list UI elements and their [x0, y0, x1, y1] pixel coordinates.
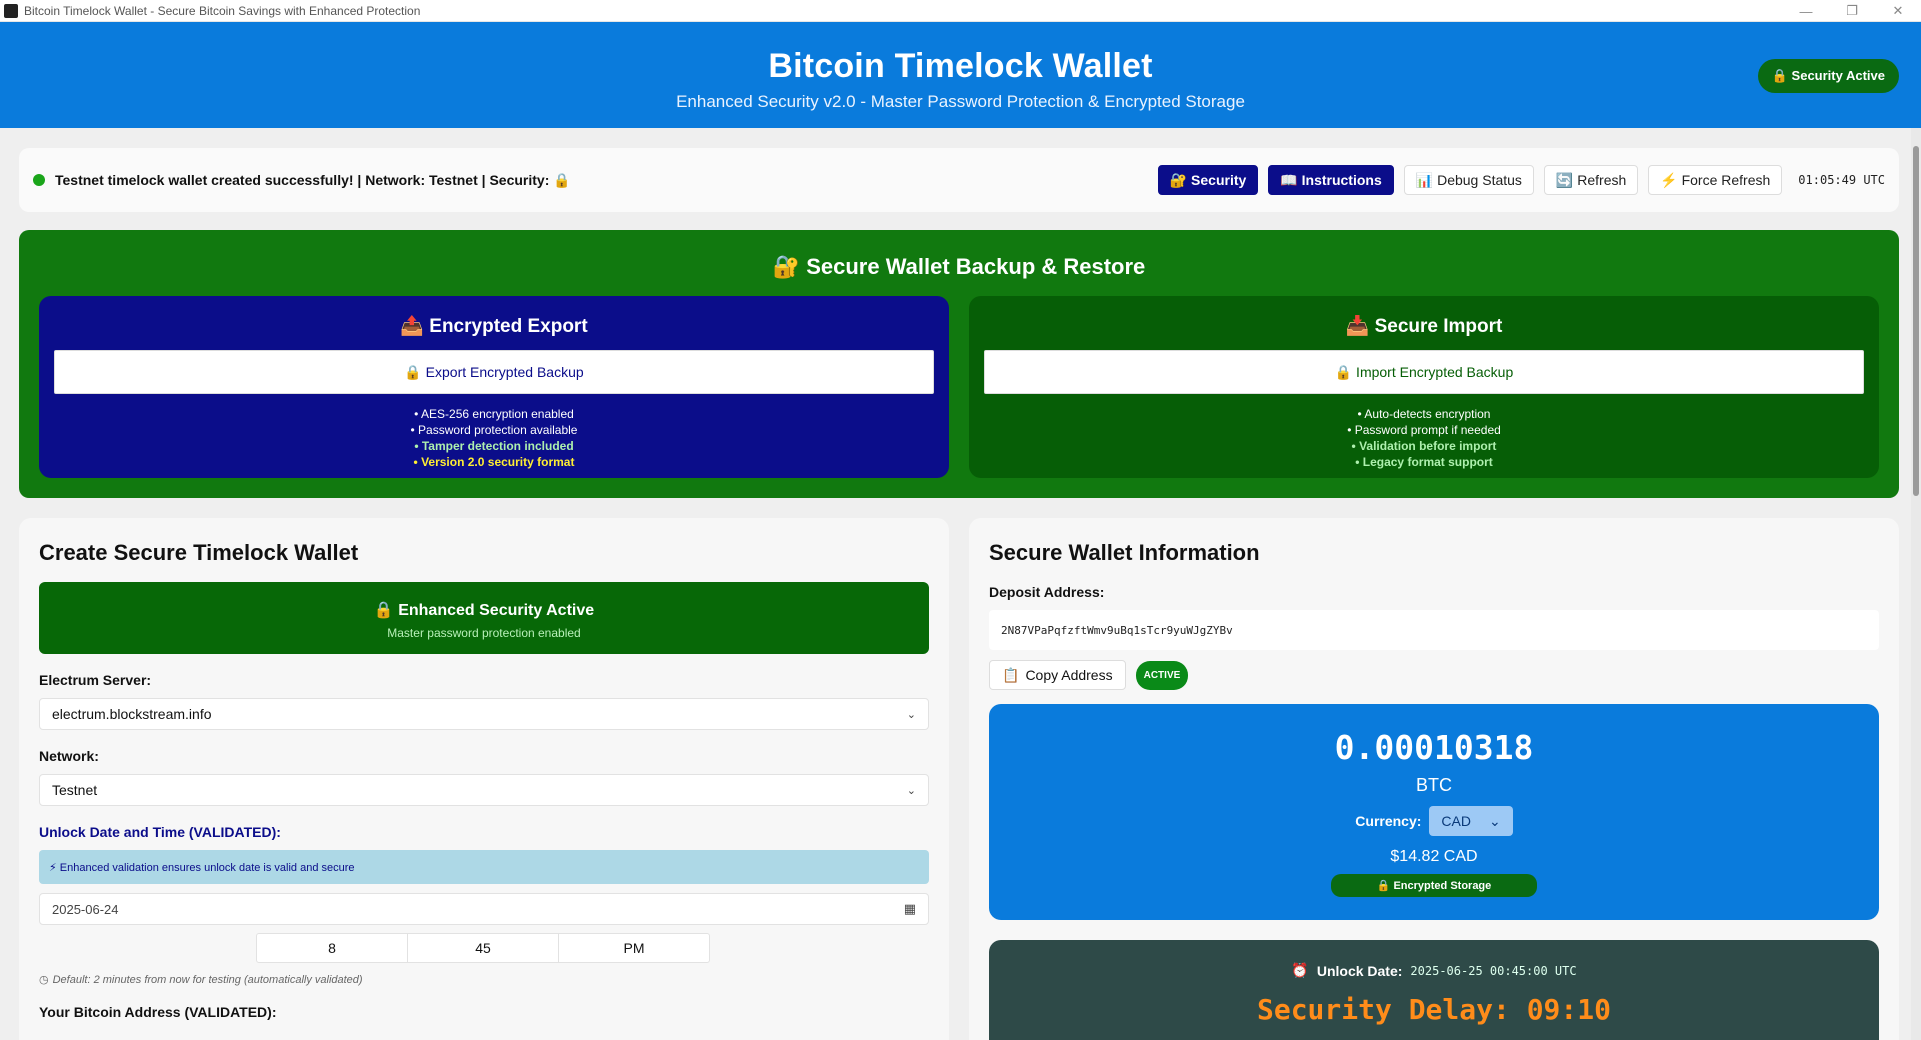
calendar-icon[interactable]: ▦ [904, 901, 916, 917]
currency-label: Currency: [1355, 813, 1422, 829]
copy-address-label: Copy Address [1025, 667, 1113, 683]
network-value: Testnet [52, 782, 98, 798]
time-picker[interactable]: 8 45 PM [256, 933, 710, 963]
btc-unit: BTC [1416, 775, 1452, 795]
export-panel: 📤 Encrypted Export 🔒 Export Encrypted Ba… [39, 296, 949, 478]
restore-icon[interactable]: ❐ [1829, 0, 1875, 22]
chevron-down-icon: ⌄ [1488, 812, 1501, 829]
bitcoin-address-label: Your Bitcoin Address (VALIDATED): [39, 1004, 277, 1020]
window-titlebar: Bitcoin Timelock Wallet - Secure Bitcoin… [0, 0, 1921, 22]
import-features: • Auto-detects encryption • Password pro… [969, 406, 1879, 470]
window-title: Bitcoin Timelock Wallet - Secure Bitcoin… [24, 3, 421, 18]
instructions-button[interactable]: 📖 Instructions [1268, 165, 1394, 195]
network-select[interactable]: Testnet ⌄ [39, 774, 929, 806]
import-feature: • Auto-detects encryption [1357, 407, 1491, 421]
network-label: Network: [39, 748, 99, 764]
default-note: ◷ Default: 2 minutes from now for testin… [39, 973, 949, 987]
wallet-info-card: Secure Wallet Information Deposit Addres… [969, 518, 1899, 1040]
unlock-date-label: Unlock Date and Time (VALIDATED): [39, 824, 281, 840]
import-backup-button[interactable]: 🔒 Import Encrypted Backup [984, 350, 1864, 394]
scrollbar-thumb[interactable] [1913, 146, 1919, 496]
app-title: Bitcoin Timelock Wallet [768, 47, 1153, 85]
create-wallet-card: Create Secure Timelock Wallet 🔒 Enhanced… [19, 518, 949, 1040]
unlock-date-value: 2025-06-25 00:45:00 UTC [1410, 963, 1577, 978]
status-indicator [33, 174, 45, 186]
import-feature: • Legacy format support [1355, 455, 1493, 469]
server-select[interactable]: electrum.blockstream.info ⌄ [39, 698, 929, 730]
deposit-address[interactable]: 2N87VPaPqfzftWmv9uBq1sTcr9yuWJgZYBv [989, 610, 1879, 650]
minimize-icon[interactable]: — [1783, 0, 1829, 22]
security-active-badge[interactable]: 🔒 Security Active [1757, 59, 1899, 93]
hour-field[interactable]: 8 [257, 934, 408, 962]
window-controls: — ❐ ✕ [1783, 0, 1921, 22]
app-icon [4, 3, 18, 18]
import-feature: • Validation before import [1351, 439, 1497, 453]
security-button[interactable]: 🔐 Security [1157, 165, 1259, 195]
enhanced-security-subtitle: Master password protection enabled [387, 626, 581, 640]
clipboard-icon: 📋 [1002, 666, 1020, 683]
unlock-date-row: ⏰ Unlock Date: 2025-06-25 00:45:00 UTC [989, 940, 1879, 979]
encrypted-storage-badge: 🔒 Encrypted Storage [1330, 874, 1538, 897]
export-backup-button[interactable]: 🔒 Export Encrypted Backup [54, 350, 934, 394]
unlock-date-input[interactable]: 2025-06-24 ▦ [39, 893, 929, 925]
ampm-field[interactable]: PM [559, 934, 709, 962]
app-header: Bitcoin Timelock Wallet Enhanced Securit… [0, 22, 1921, 128]
copy-address-button[interactable]: 📋 Copy Address [989, 660, 1126, 690]
currency-select[interactable]: CAD ⌄ [1429, 806, 1513, 836]
unlock-hint-text: ⚡ Enhanced validation ensures unlock dat… [49, 861, 355, 874]
clock-icon: ◷ [39, 974, 49, 986]
export-feature: • Password protection available [410, 423, 578, 437]
enhanced-security-box: 🔒 Enhanced Security Active Master passwo… [39, 582, 929, 654]
deposit-address-label: Deposit Address: [989, 584, 1105, 600]
chevron-down-icon: ⌄ [906, 784, 916, 797]
balance-panel: 0.00010318 BTC Currency: CAD ⌄ $14.82 CA… [989, 704, 1879, 920]
utc-clock: 01:05:49 UTC [1798, 173, 1885, 187]
backup-title: 🔐 Secure Wallet Backup & Restore [772, 254, 1146, 279]
chevron-down-icon: ⌄ [906, 708, 916, 721]
export-feature: • Version 2.0 security format [413, 455, 575, 469]
app-subtitle: Enhanced Security v2.0 - Master Password… [676, 92, 1245, 111]
currency-value: CAD [1441, 813, 1471, 829]
backup-restore-section: 🔐 Secure Wallet Backup & Restore 📤 Encry… [19, 230, 1899, 498]
export-title: 📤 Encrypted Export [400, 316, 588, 337]
import-title: 📥 Secure Import [1345, 316, 1503, 337]
alarm-clock-icon: ⏰ [1291, 962, 1309, 978]
create-wallet-title: Create Secure Timelock Wallet [39, 540, 359, 565]
status-message: Testnet timelock wallet created successf… [55, 171, 571, 188]
server-value: electrum.blockstream.info [52, 706, 212, 722]
security-delay: Security Delay: 09:10 [1256, 993, 1611, 1026]
currency-row: Currency: CAD ⌄ [989, 806, 1879, 836]
unlock-date-label: Unlock Date: [1316, 962, 1403, 979]
server-label: Electrum Server: [39, 672, 152, 688]
import-panel: 📥 Secure Import 🔒 Import Encrypted Backu… [969, 296, 1879, 478]
active-badge: ACTIVE [1135, 660, 1189, 690]
default-note-text: Default: 2 minutes from now for testing … [52, 973, 363, 986]
minute-field[interactable]: 45 [408, 934, 559, 962]
export-feature: • Tamper detection included [414, 439, 574, 453]
debug-status-button[interactable]: 📊 Debug Status [1403, 165, 1534, 195]
fiat-value: $14.82 CAD [1390, 848, 1478, 865]
unlock-panel: ⏰ Unlock Date: 2025-06-25 00:45:00 UTC S… [989, 940, 1879, 1040]
refresh-button[interactable]: 🔄 Refresh [1543, 165, 1639, 195]
unlock-validation-hint: ⚡ Enhanced validation ensures unlock dat… [39, 850, 929, 884]
wallet-info-title: Secure Wallet Information [989, 540, 1260, 565]
btc-balance: 0.00010318 [1334, 728, 1534, 767]
export-features: • AES-256 encryption enabled • Password … [39, 406, 949, 470]
status-bar: Testnet timelock wallet created successf… [19, 148, 1899, 212]
import-feature: • Password prompt if needed [1347, 423, 1501, 437]
address-actions: 📋 Copy Address ACTIVE [989, 660, 1899, 690]
date-value: 2025-06-24 [52, 901, 119, 917]
enhanced-security-title: 🔒 Enhanced Security Active [373, 602, 595, 619]
close-icon[interactable]: ✕ [1875, 0, 1921, 22]
export-feature: • AES-256 encryption enabled [414, 407, 574, 421]
force-refresh-button[interactable]: ⚡ Force Refresh [1648, 165, 1783, 195]
